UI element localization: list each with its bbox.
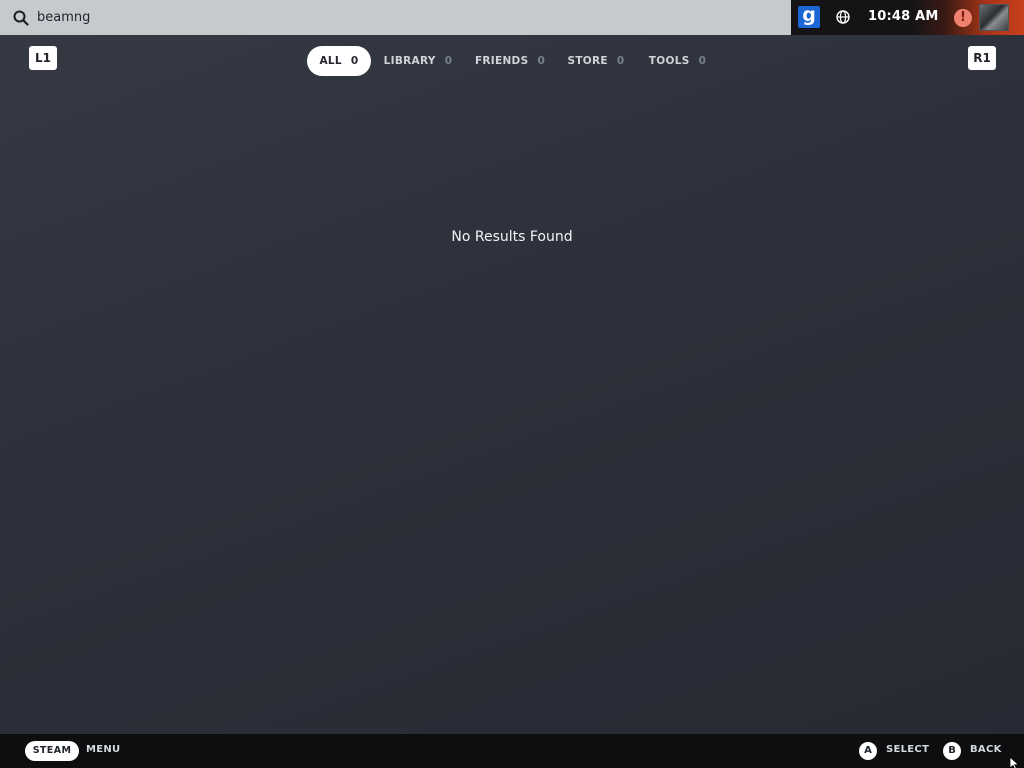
select-label[interactable]: SELECT (886, 744, 929, 755)
tab-library[interactable]: LIBRARY 0 (383, 46, 453, 76)
footer-bar: STEAM MENU A SELECT B BACK (0, 734, 1024, 768)
search-input[interactable] (37, 6, 737, 28)
mouse-cursor-icon (1009, 757, 1020, 768)
alert-icon[interactable]: ! (954, 9, 972, 27)
tab-label: LIBRARY (383, 55, 436, 67)
b-button-icon: B (943, 742, 961, 760)
search-screen: g 10:48 AM ! L1 R1 ALL 0 LIBRARY 0 FRIEN… (0, 0, 1024, 768)
avatar[interactable] (979, 4, 1009, 31)
tab-count: 0 (698, 55, 707, 67)
top-bar: g 10:48 AM ! (0, 0, 1024, 35)
tab-store[interactable]: STORE 0 (566, 46, 626, 76)
clock: 10:48 AM (868, 9, 939, 24)
tab-label: FRIENDS (474, 55, 529, 67)
search-bar[interactable] (0, 0, 791, 35)
r1-button-hint[interactable]: R1 (968, 46, 996, 70)
no-results-message: No Results Found (451, 229, 573, 245)
tab-label: TOOLS (648, 55, 690, 67)
tab-tools[interactable]: TOOLS 0 (647, 46, 708, 76)
tab-count: 0 (537, 55, 546, 67)
garrys-mod-icon[interactable]: g (798, 6, 820, 28)
status-area: g 10:48 AM ! (791, 0, 1024, 35)
a-button-icon: A (859, 742, 877, 760)
tab-all[interactable]: ALL 0 (307, 46, 371, 76)
steam-button[interactable]: STEAM (25, 741, 79, 761)
tab-label: ALL (319, 55, 342, 67)
tab-friends[interactable]: FRIENDS 0 (474, 46, 546, 76)
globe-icon[interactable] (836, 10, 850, 24)
tab-count: 0 (444, 55, 453, 67)
back-label[interactable]: BACK (970, 744, 1002, 755)
menu-label: MENU (86, 744, 121, 755)
tab-label: STORE (567, 55, 608, 67)
tab-count: 0 (616, 55, 625, 67)
l1-button-hint[interactable]: L1 (29, 46, 57, 70)
tab-count: 0 (350, 55, 359, 67)
search-icon (13, 10, 29, 26)
